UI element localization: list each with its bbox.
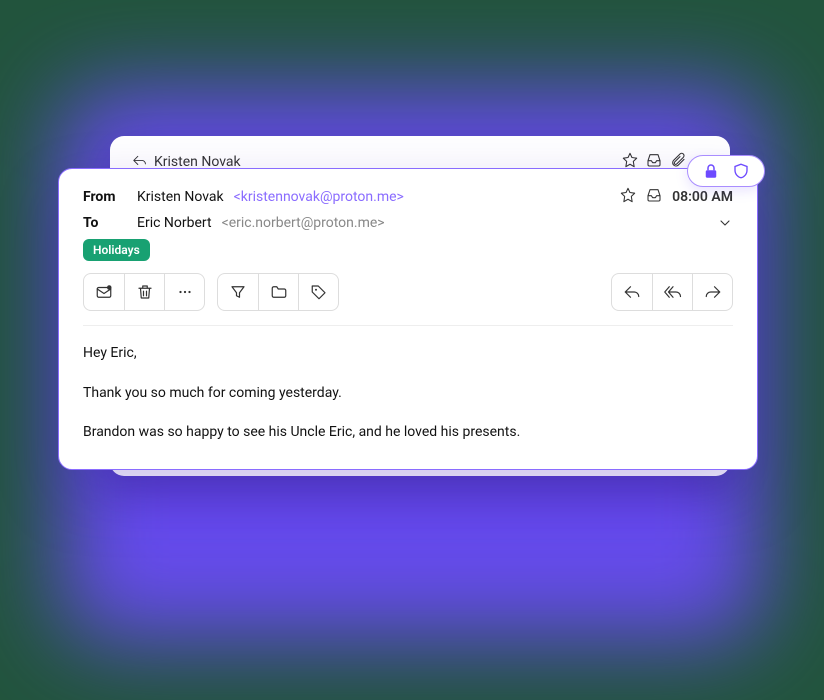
from-address[interactable]: <kristennovak@proton.me>: [234, 189, 404, 205]
shield-icon: [732, 162, 750, 180]
from-name: Kristen Novak: [137, 189, 224, 205]
email-time: 08:00 AM: [672, 189, 733, 205]
label-tag[interactable]: Holidays: [83, 239, 150, 261]
email-toolbar: [83, 273, 733, 311]
security-badge[interactable]: [687, 155, 765, 187]
delete-button[interactable]: [124, 274, 164, 310]
star-icon[interactable]: [620, 187, 636, 207]
email-detail-card: From Kristen Novak <kristennovak@proton.…: [58, 168, 758, 470]
move-to-folder-button[interactable]: [258, 274, 298, 310]
from-row: From Kristen Novak <kristennovak@proton.…: [83, 187, 733, 207]
body-paragraph: Brandon was so happy to see his Uncle Er…: [83, 423, 733, 443]
body-paragraph: Thank you so much for coming yesterday.: [83, 384, 733, 404]
more-button[interactable]: [164, 274, 204, 310]
reply-all-button[interactable]: [652, 274, 692, 310]
to-address[interactable]: <eric.norbert@proton.me>: [222, 215, 385, 231]
email-body: Hey Eric, Thank you so much for coming y…: [83, 344, 733, 443]
forward-button[interactable]: [692, 274, 732, 310]
lock-icon: [702, 162, 720, 180]
divider: [83, 325, 733, 326]
inbox-icon[interactable]: [646, 187, 662, 207]
to-label: To: [83, 215, 127, 231]
from-label: From: [83, 189, 127, 205]
label-button[interactable]: [298, 274, 338, 310]
mark-unread-button[interactable]: [84, 274, 124, 310]
to-name: Eric Norbert: [137, 215, 212, 231]
expand-recipients-button[interactable]: [717, 215, 733, 231]
reply-button[interactable]: [612, 274, 652, 310]
filter-button[interactable]: [218, 274, 258, 310]
body-paragraph: Hey Eric,: [83, 344, 733, 364]
to-row: To Eric Norbert <eric.norbert@proton.me>: [83, 215, 733, 231]
